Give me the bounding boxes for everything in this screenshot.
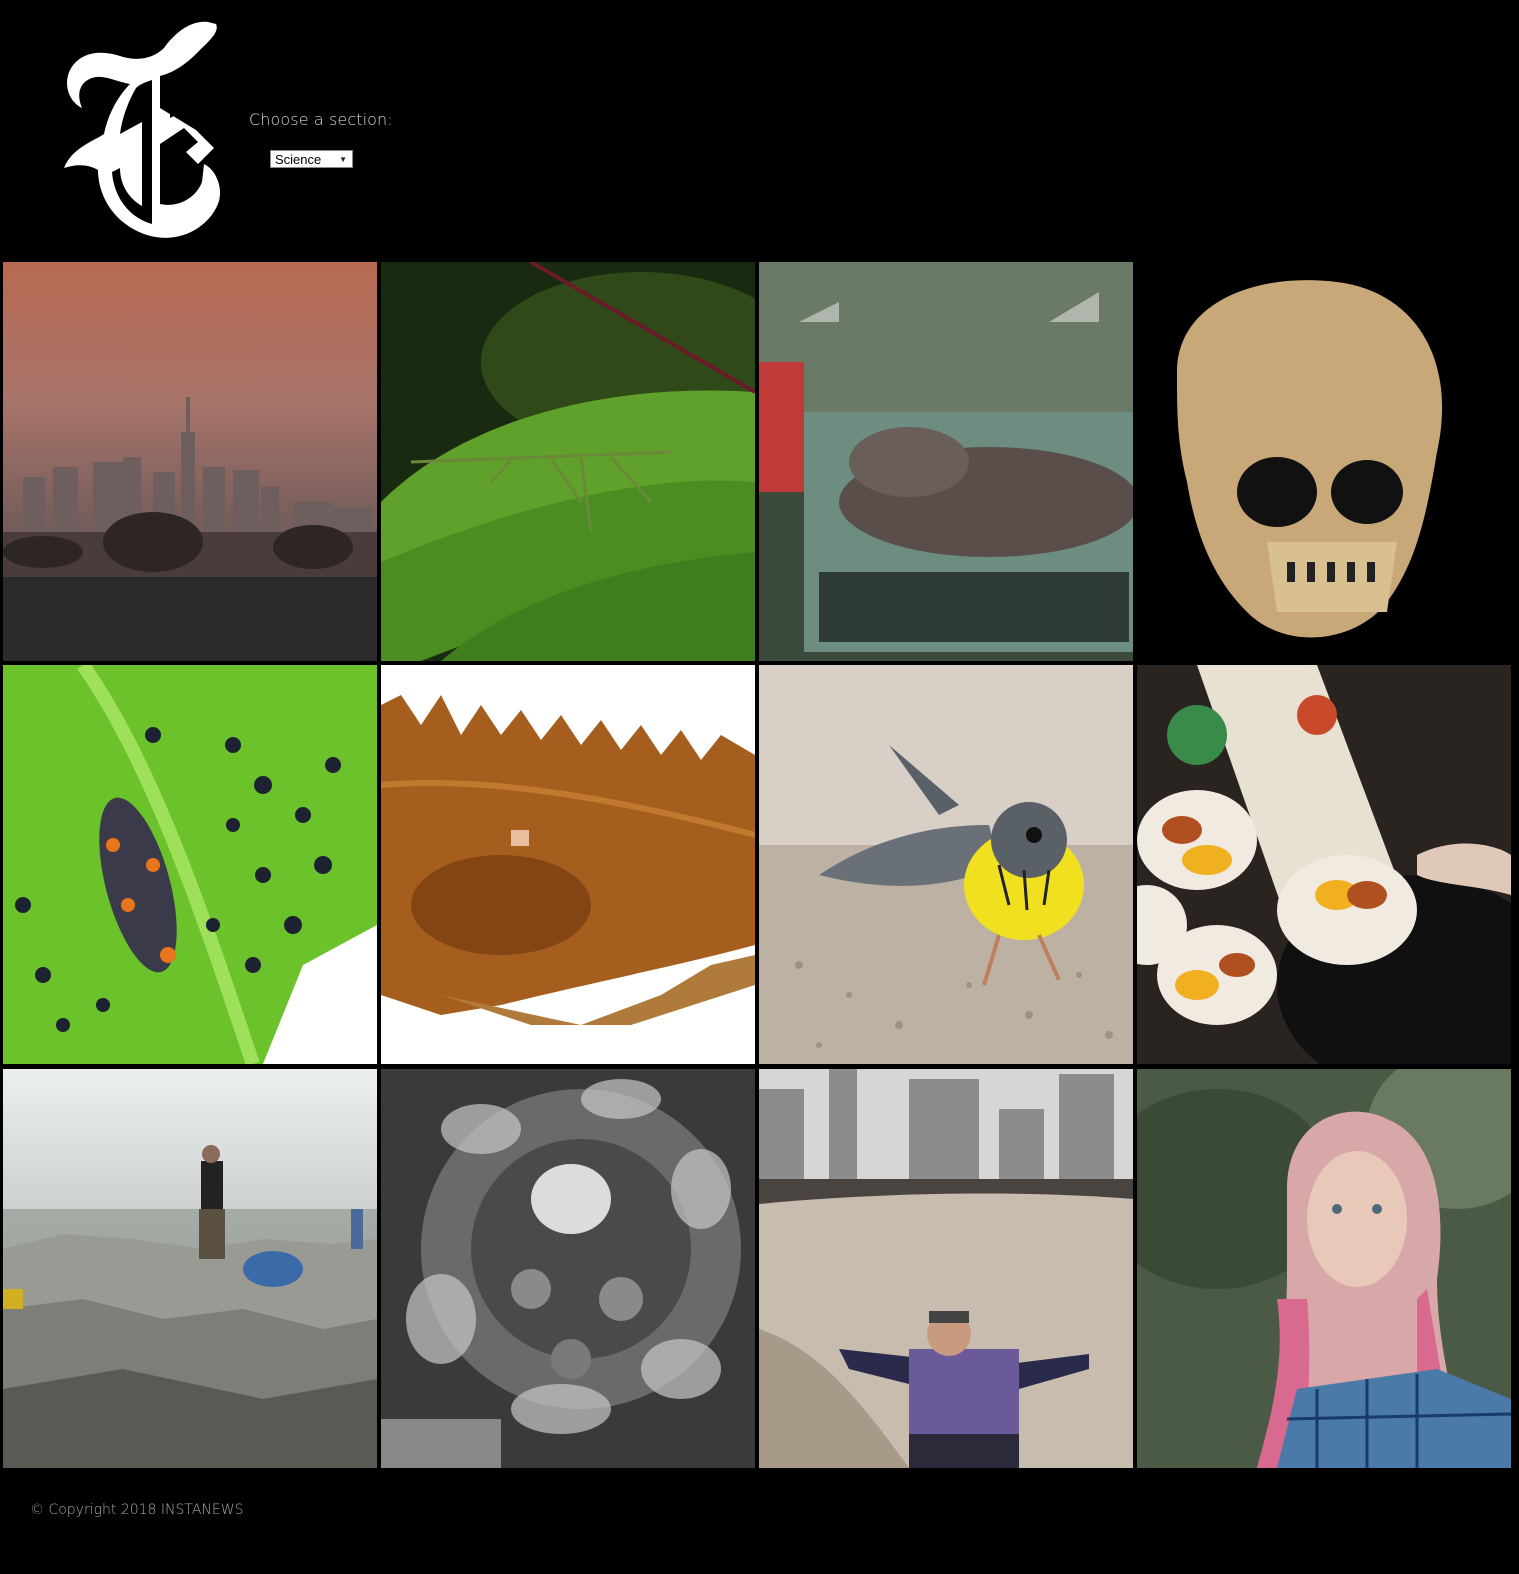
man-on-rock-in-park-photo [759,1069,1133,1468]
article-tile-9[interactable] [3,1069,377,1468]
article-tile-1[interactable] [3,262,377,661]
article-tile-12[interactable] [1137,1069,1511,1468]
stick-insect-on-leaf-photo [381,262,755,661]
ladybug-larva-aphids-photo [3,665,377,1064]
footer-copyright: © Copyright 2018 INSTANEWS [30,1502,244,1518]
human-skull-photo [1137,262,1511,661]
section-select-value: Science [275,152,322,167]
yellow-warbler-bird-photo [759,665,1133,1064]
section-select[interactable]: Science ▼ [270,150,353,168]
site-header: Choose a section: Science ▼ [0,0,1519,258]
article-tile-2[interactable] [381,262,755,661]
article-tile-4[interactable] [1137,262,1511,661]
article-tile-3[interactable] [759,262,1133,661]
chevron-down-icon: ▼ [339,155,347,164]
section-label: Choose a section: [249,110,393,129]
article-grid [0,260,1519,1472]
article-tile-11[interactable] [759,1069,1133,1468]
fish-specimen-photo [381,665,755,1064]
hiker-on-rocky-summit-photo [3,1069,377,1468]
woman-portrait-pink-hair-photo [1137,1069,1511,1468]
thanksgiving-meal-plates-photo [1137,665,1511,1064]
article-tile-6[interactable] [381,665,755,1064]
microscope-cell-photo [381,1069,755,1468]
article-tile-10[interactable] [381,1069,755,1468]
page: Choose a section: Science ▼ © Copyright … [0,0,1519,1574]
article-tile-7[interactable] [759,665,1133,1064]
salamander-in-glass-tank-photo [759,262,1133,661]
city-skyline-haze-photo [3,262,377,661]
section-chooser: Choose a section: Science ▼ [249,110,393,168]
nyt-t-logo[interactable] [58,18,224,242]
article-tile-5[interactable] [3,665,377,1064]
article-tile-8[interactable] [1137,665,1511,1064]
